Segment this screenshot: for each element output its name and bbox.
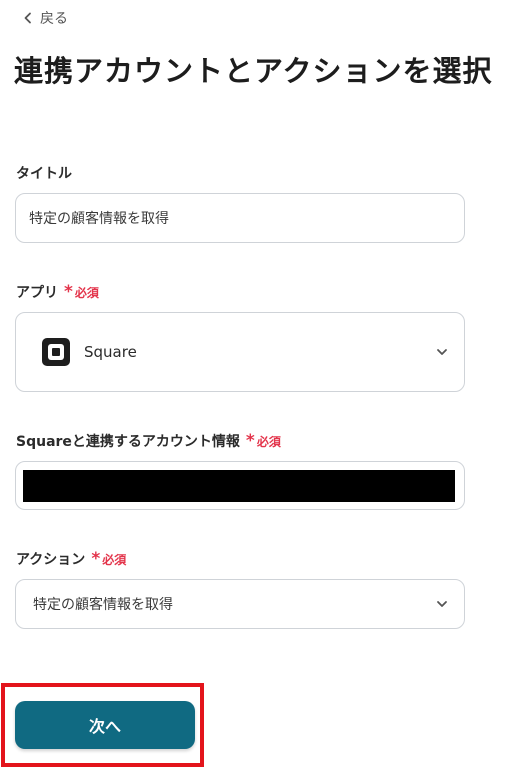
chevron-down-icon	[437, 349, 447, 355]
required-indicator: * 必須	[246, 433, 281, 450]
action-select[interactable]: 特定の顧客情報を取得	[15, 579, 465, 629]
action-field-label: アクション * 必須	[16, 549, 126, 569]
next-button[interactable]: 次へ	[15, 701, 195, 749]
chevron-down-icon	[437, 601, 447, 607]
square-logo-icon	[42, 338, 70, 366]
title-input-value: 特定の顧客情報を取得	[29, 211, 169, 227]
redacted-account-value	[23, 470, 455, 502]
action-select-value: 特定の顧客情報を取得	[33, 597, 173, 613]
required-indicator: * 必須	[91, 551, 126, 568]
action-field-label-text: アクション	[16, 552, 86, 568]
page: 戻る 連携アカウントとアクションを選択 タイトル 特定の顧客情報を取得 アプリ …	[0, 0, 527, 767]
app-select-value: Square	[84, 343, 137, 361]
title-field-label-text: タイトル	[16, 166, 72, 182]
account-field-label-text: Squareと連携するアカウント情報	[16, 434, 240, 450]
app-select[interactable]: Square	[15, 312, 465, 392]
required-asterisk: *	[64, 282, 73, 302]
required-asterisk: *	[245, 431, 255, 451]
required-asterisk: *	[91, 549, 101, 569]
app-field-label-text: アプリ	[16, 285, 58, 301]
account-select[interactable]	[15, 461, 465, 510]
required-label: 必須	[256, 434, 281, 449]
title-input[interactable]: 特定の顧客情報を取得	[15, 193, 465, 243]
required-label: 必須	[102, 552, 127, 567]
required-indicator: * 必須	[64, 284, 99, 301]
required-label: 必須	[74, 285, 99, 300]
back-label: 戻る	[40, 11, 68, 27]
account-field-label: Squareと連携するアカウント情報 * 必須	[16, 431, 281, 451]
title-field-label: タイトル	[16, 163, 72, 183]
next-button-label: 次へ	[88, 717, 121, 736]
chevron-left-icon	[24, 12, 31, 24]
page-title: 連携アカウントとアクションを選択	[14, 54, 493, 88]
back-link[interactable]: 戻る	[22, 8, 68, 28]
app-field-label: アプリ * 必須	[16, 282, 99, 302]
